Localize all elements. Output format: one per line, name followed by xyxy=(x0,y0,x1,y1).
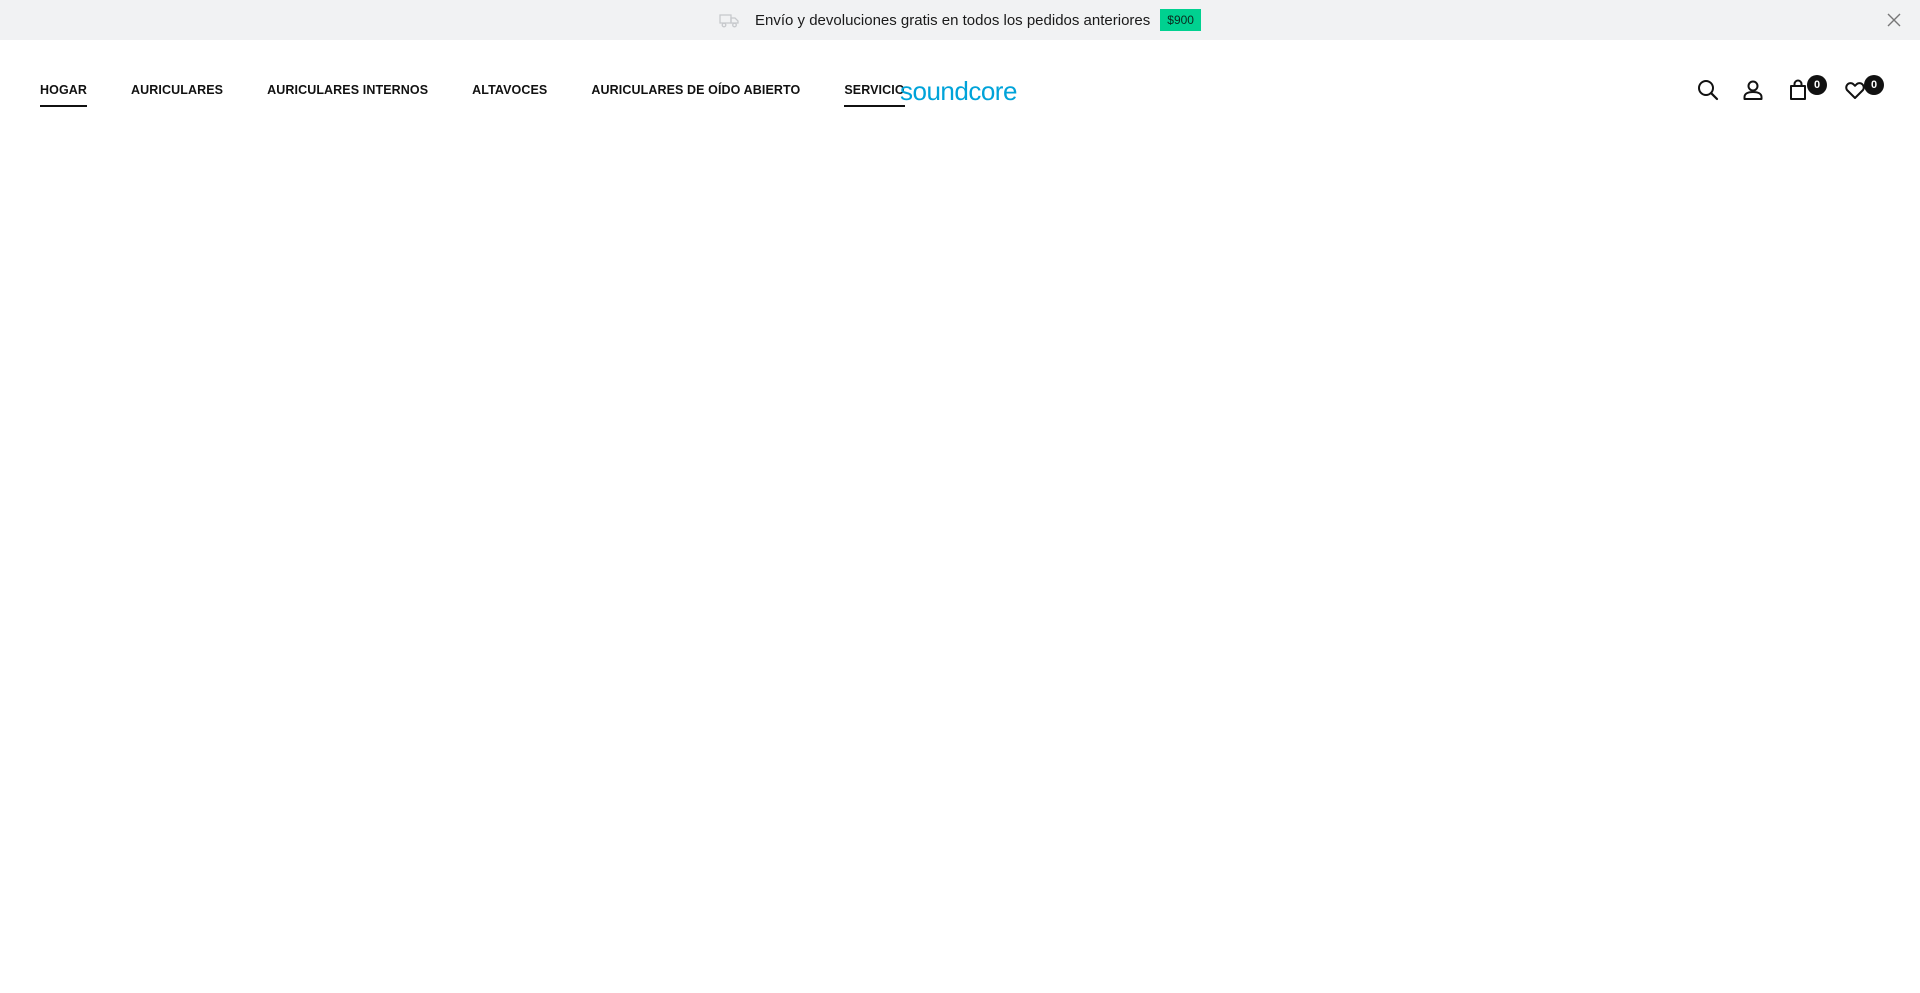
nav-item-auriculares-oido-abierto[interactable]: AURICULARES DE OÍDO ABIERTO xyxy=(591,77,800,103)
header-actions: 0 0 xyxy=(1695,40,1884,140)
search-icon[interactable] xyxy=(1695,77,1721,103)
wishlist-icon xyxy=(1845,82,1865,99)
main-nav: HOGAR AURICULARES AURICULARES INTERNOS A… xyxy=(40,40,949,140)
announcement-bar: Envío y devoluciones gratis en todos los… xyxy=(0,0,1920,40)
wishlist-button[interactable]: 0 xyxy=(1842,75,1884,103)
announcement-text: Envío y devoluciones gratis en todos los… xyxy=(755,11,1151,29)
nav-item-hogar[interactable]: HOGAR xyxy=(40,77,88,107)
truck-icon xyxy=(719,12,741,28)
promo-badge: $900 xyxy=(1160,9,1201,31)
logo-text: soundcore xyxy=(900,76,1017,106)
cart-count-badge: 0 xyxy=(1807,75,1827,95)
cart-icon xyxy=(1790,79,1806,100)
soundcore-logo[interactable]: soundcore xyxy=(900,76,1022,106)
wishlist-count-badge: 0 xyxy=(1864,75,1884,95)
close-icon[interactable] xyxy=(1886,12,1902,28)
nav-item-altavoces[interactable]: ALTAVOCES xyxy=(472,77,547,103)
nav-item-auriculares[interactable]: AURICULARES xyxy=(131,77,223,103)
cart-button[interactable]: 0 xyxy=(1785,75,1827,103)
account-icon[interactable] xyxy=(1740,77,1766,103)
nav-item-auriculares-internos[interactable]: AURICULARES INTERNOS xyxy=(267,77,428,103)
nav-item-servicio[interactable]: SERVICIO xyxy=(844,77,905,107)
site-header: HOGAR AURICULARES AURICULARES INTERNOS A… xyxy=(0,40,1920,140)
page-content xyxy=(0,140,1920,993)
